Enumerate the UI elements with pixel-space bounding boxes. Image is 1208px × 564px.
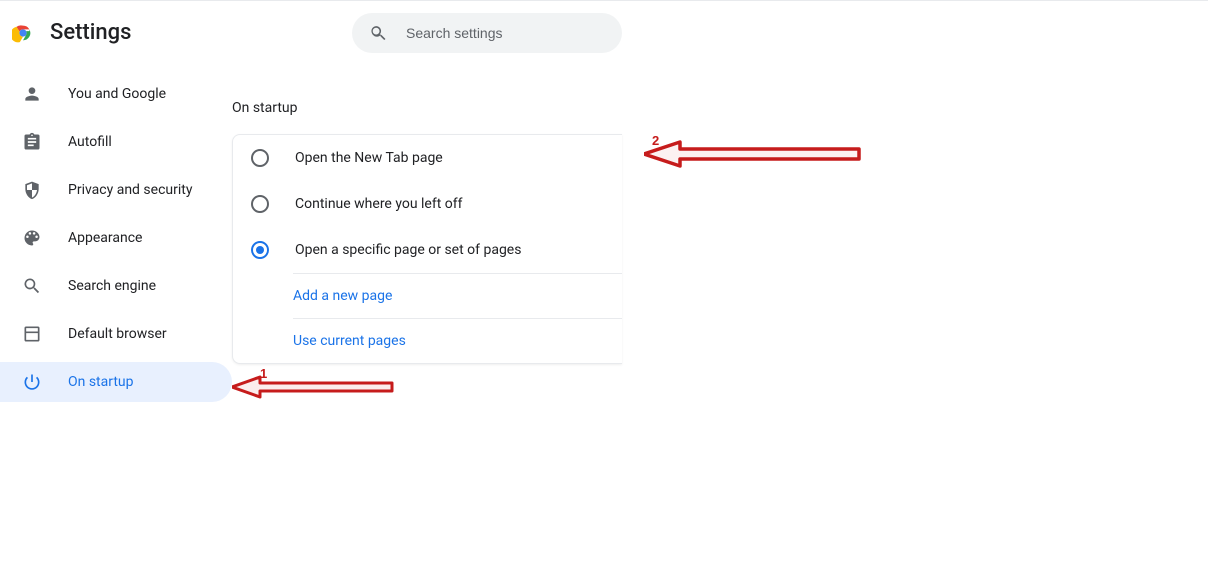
sidebar-item-label: Appearance: [68, 230, 142, 246]
search-input[interactable]: [406, 25, 606, 41]
person-icon: [22, 84, 42, 104]
sidebar: You and Google Autofill Privacy and secu…: [0, 64, 232, 410]
sidebar-item-label: You and Google: [68, 86, 166, 102]
radio-icon[interactable]: [251, 241, 269, 259]
palette-icon: [22, 228, 42, 248]
browser-icon: [22, 324, 42, 344]
sidebar-item-you-and-google[interactable]: You and Google: [0, 74, 232, 114]
radio-icon[interactable]: [251, 149, 269, 167]
sidebar-item-on-startup[interactable]: On startup: [0, 362, 232, 402]
sidebar-item-label: On startup: [68, 374, 134, 390]
magnify-icon: [22, 276, 42, 296]
search-icon: [368, 23, 388, 43]
specific-pages-actions: Add a new page Use current pages: [293, 273, 622, 363]
search-box[interactable]: [352, 13, 622, 53]
sidebar-item-label: Autofill: [68, 134, 112, 150]
sidebar-item-label: Default browser: [68, 326, 167, 342]
shield-icon: [22, 180, 42, 200]
annotation-label-1: 1: [260, 366, 267, 381]
logo-area: Settings: [12, 20, 352, 45]
startup-card: Open the New Tab page Continue where you…: [232, 134, 622, 364]
header: Settings: [0, 0, 1208, 64]
option-label: Continue where you left off: [295, 196, 463, 212]
sidebar-item-privacy[interactable]: Privacy and security: [0, 170, 232, 210]
sidebar-item-label: Search engine: [68, 278, 156, 294]
section-title: On startup: [232, 100, 622, 116]
clipboard-icon: [22, 132, 42, 152]
page-title: Settings: [50, 20, 131, 45]
main-content: On startup Open the New Tab page Continu…: [232, 64, 622, 410]
sidebar-item-label: Privacy and security: [68, 182, 192, 198]
option-new-tab[interactable]: Open the New Tab page: [233, 135, 622, 181]
option-continue[interactable]: Continue where you left off: [233, 181, 622, 227]
annotation-label-2: 2: [652, 133, 659, 148]
option-specific-pages[interactable]: Open a specific page or set of pages: [233, 227, 622, 273]
sidebar-item-autofill[interactable]: Autofill: [0, 122, 232, 162]
add-new-page-link[interactable]: Add a new page: [293, 274, 622, 319]
sidebar-item-search-engine[interactable]: Search engine: [0, 266, 232, 306]
radio-icon[interactable]: [251, 195, 269, 213]
power-icon: [22, 372, 42, 392]
use-current-pages-link[interactable]: Use current pages: [293, 319, 622, 363]
option-label: Open a specific page or set of pages: [295, 242, 521, 258]
sidebar-item-appearance[interactable]: Appearance: [0, 218, 232, 258]
chrome-logo-icon: [12, 22, 34, 44]
option-label: Open the New Tab page: [295, 150, 443, 166]
sidebar-item-default-browser[interactable]: Default browser: [0, 314, 232, 354]
